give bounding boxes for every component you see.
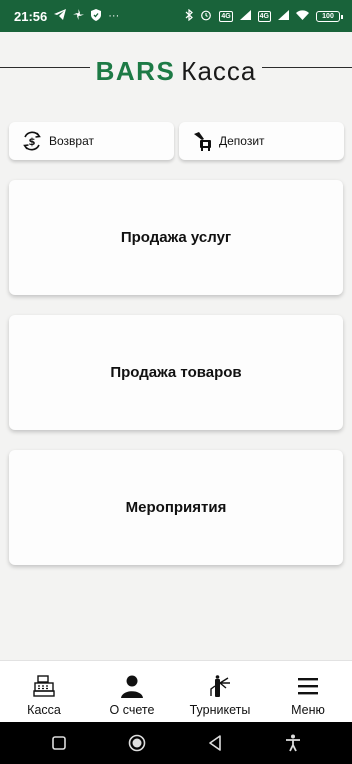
goods-sale-card[interactable]: Продажа товаров xyxy=(9,315,343,430)
sim1-network-badge: 4G xyxy=(219,10,233,22)
nav-item-kassa[interactable]: Касса xyxy=(0,673,88,717)
hamburger-menu-icon xyxy=(295,673,321,699)
app-logo: BARS Касса xyxy=(96,56,257,87)
services-sale-card[interactable]: Продажа услуг xyxy=(9,180,343,295)
deposit-button[interactable]: Депозит xyxy=(179,122,344,160)
svg-text:$: $ xyxy=(29,137,36,148)
pinwheel-icon xyxy=(73,9,85,23)
app-header: BARS Касса xyxy=(0,32,352,110)
nav-label-account: О счете xyxy=(109,703,155,717)
telegram-icon xyxy=(54,9,67,23)
deposit-icon xyxy=(191,130,213,152)
wifi-icon xyxy=(296,9,309,23)
person-icon xyxy=(119,673,145,699)
more-notifications-icon: ··· xyxy=(108,9,120,22)
header-divider-left xyxy=(0,67,90,68)
battery-icon: 100 xyxy=(316,10,343,22)
back-icon[interactable] xyxy=(203,731,227,755)
services-sale-label: Продажа услуг xyxy=(120,229,232,246)
header-divider-right xyxy=(262,67,352,68)
home-icon[interactable] xyxy=(125,731,149,755)
alarm-icon xyxy=(200,9,212,24)
logo-bars: BARS xyxy=(95,55,176,86)
nav-item-account[interactable]: О счете xyxy=(88,673,176,717)
refund-button[interactable]: $ Возврат xyxy=(9,122,174,160)
bluetooth-icon xyxy=(185,8,194,24)
nav-item-menu[interactable]: Меню xyxy=(264,673,352,717)
nav-label-kassa: Касса xyxy=(27,703,61,717)
signal-icon xyxy=(239,9,251,23)
logo-kassa: Касса xyxy=(181,55,257,86)
bottom-nav: Касса О счете Турникеты Меню xyxy=(0,660,352,722)
events-label: Мероприятия xyxy=(125,499,227,516)
nav-label-menu: Меню xyxy=(291,703,325,717)
sim2-network-badge: 4G xyxy=(257,10,271,22)
refund-label: Возврат xyxy=(49,134,94,148)
system-nav-bar xyxy=(0,722,352,764)
deposit-label: Депозит xyxy=(219,134,265,148)
goods-sale-label: Продажа товаров xyxy=(110,364,242,381)
nav-item-turnstiles[interactable]: Турникеты xyxy=(176,673,264,717)
accessibility-icon[interactable] xyxy=(281,731,305,755)
status-time: 21:56 xyxy=(14,8,48,24)
turnstile-icon xyxy=(207,673,233,699)
recent-apps-icon[interactable] xyxy=(47,731,71,755)
events-card[interactable]: Мероприятия xyxy=(9,450,343,565)
status-bar: 21:56 ··· 4G 4G 100 xyxy=(0,0,352,32)
shield-icon xyxy=(91,8,102,24)
nav-label-turnstiles: Турникеты xyxy=(189,703,251,717)
money-refund-icon: $ xyxy=(21,130,43,152)
cash-register-icon xyxy=(31,673,57,699)
signal-icon-2 xyxy=(278,9,289,23)
